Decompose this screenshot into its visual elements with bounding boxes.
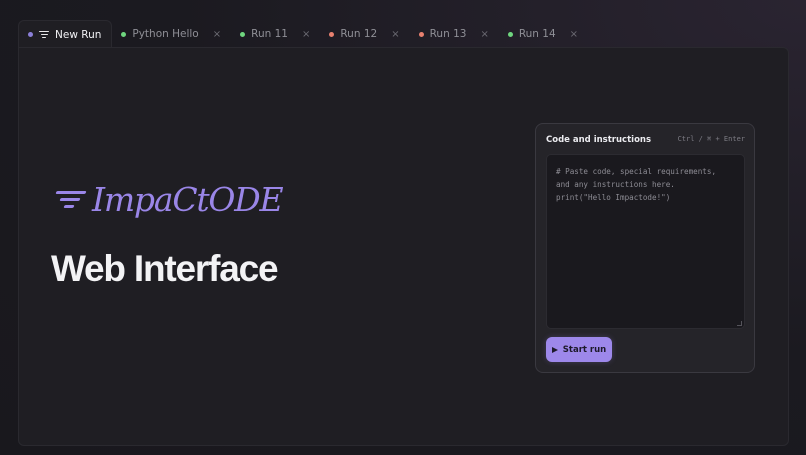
- shortcut-hint: Ctrl / ⌘ + Enter: [677, 135, 745, 143]
- brand-logo: ImpaCtODE: [55, 180, 284, 219]
- close-icon[interactable]: ×: [391, 29, 399, 40]
- close-icon[interactable]: ×: [213, 29, 221, 40]
- tab-run-13[interactable]: Run 13 ×: [410, 20, 499, 48]
- code-card: Code and instructions Ctrl / ⌘ + Enter #…: [535, 123, 755, 373]
- tab-label: New Run: [55, 28, 102, 41]
- start-run-label: Start run: [562, 344, 607, 355]
- editor-line: # Paste code, special requirements,: [556, 167, 717, 176]
- tab-run-12[interactable]: Run 12 ×: [320, 20, 409, 48]
- status-dot: [121, 31, 127, 37]
- tab-run-11[interactable]: Run 11 ×: [231, 20, 320, 48]
- close-icon[interactable]: ×: [302, 29, 310, 40]
- status-dot: [507, 31, 513, 37]
- status-dot: [418, 31, 424, 37]
- tab-label: Run 14: [518, 28, 556, 40]
- tab-label: Run 11: [251, 28, 288, 40]
- status-dot: [240, 31, 246, 37]
- wifi-icon: [39, 30, 49, 39]
- close-icon[interactable]: ×: [480, 29, 488, 40]
- tab-python-hello[interactable]: Python Hello ×: [112, 20, 231, 48]
- main-panel: ImpaCtODE Web Interface Code and instruc…: [18, 47, 789, 446]
- tab-label: Run 13: [429, 28, 467, 40]
- status-dot: [28, 32, 33, 37]
- status-dot: [329, 31, 335, 37]
- card-title: Code and instructions: [546, 135, 652, 145]
- start-run-button[interactable]: Start run: [546, 337, 612, 362]
- tab-label: Python Hello: [132, 28, 199, 40]
- tab-label: Run 12: [340, 28, 378, 40]
- close-icon[interactable]: ×: [570, 29, 578, 40]
- tab-run-14[interactable]: Run 14 ×: [499, 20, 588, 48]
- brand-name: ImpaCtODE: [92, 180, 284, 219]
- tab-new-run[interactable]: New Run: [18, 20, 113, 48]
- editor-line: and any instructions here.: [556, 180, 675, 189]
- page-title: Web Interface: [51, 248, 279, 289]
- editor-line: print("Hello Impactode!"): [556, 193, 671, 202]
- code-input[interactable]: # Paste code, special requirements, and …: [546, 154, 745, 329]
- wifi-icon: [55, 189, 87, 211]
- resize-handle[interactable]: [737, 321, 742, 326]
- play-icon: [551, 346, 558, 353]
- tab-bar: New Run Python Hello × Run 11 × Run 12 ×…: [18, 20, 788, 48]
